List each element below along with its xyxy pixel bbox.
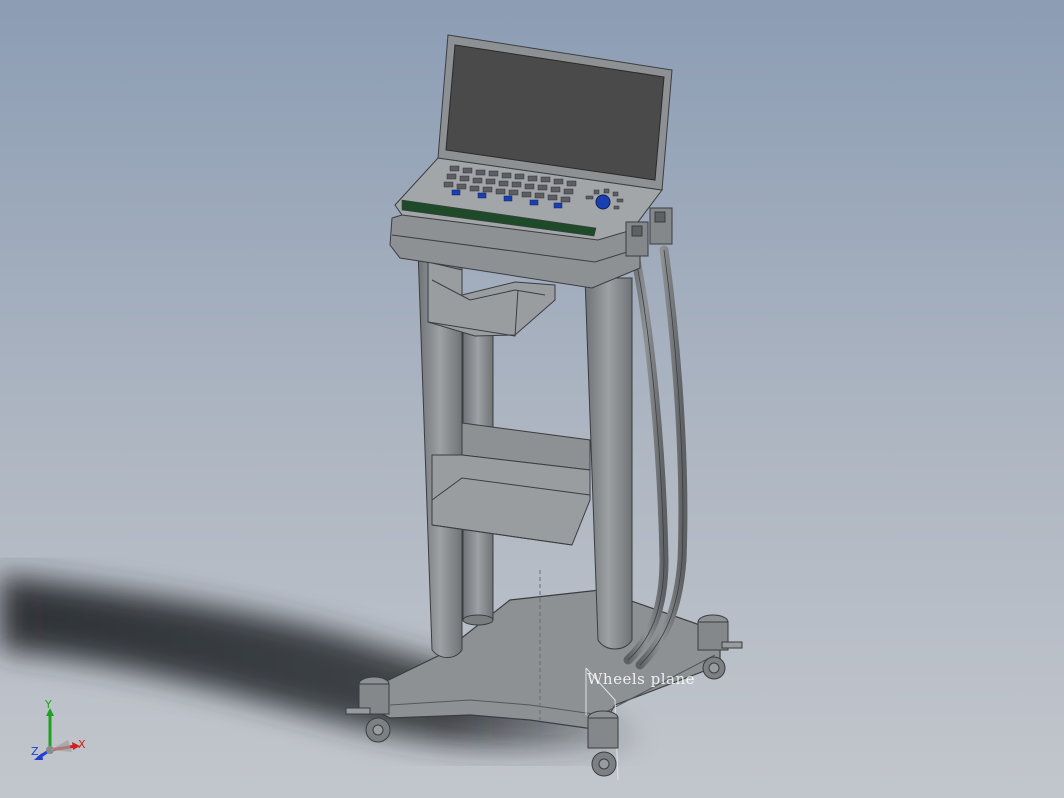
z-axis-label: Z [31, 745, 39, 758]
caster-front-right [587, 710, 619, 777]
graphics-viewport[interactable]: Wheels plane X Y Z [0, 0, 1064, 798]
model-scene[interactable] [0, 0, 1064, 798]
axis-triad-icon [34, 708, 80, 760]
coordinate-triad: X Y Z [28, 698, 98, 770]
y-axis-label: Y [45, 698, 52, 711]
caster-back-right [697, 614, 743, 680]
x-axis-label: X [78, 738, 86, 751]
wheels-plane-label[interactable]: Wheels plane [587, 670, 695, 688]
